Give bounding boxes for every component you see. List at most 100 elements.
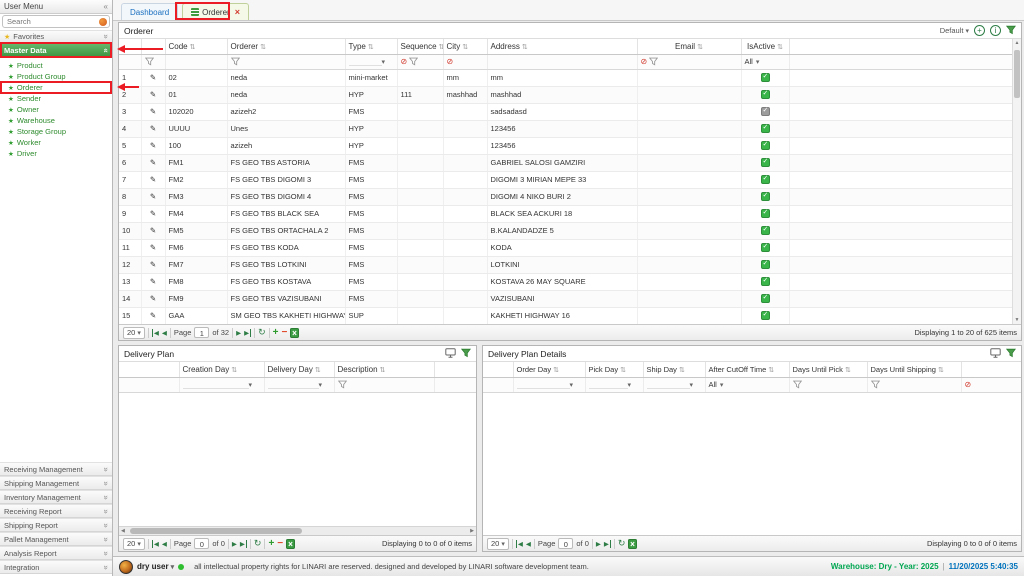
filter-dropdown-icon[interactable]: ▾ <box>570 382 574 389</box>
filter-dropdown-icon[interactable]: ▾ <box>690 382 694 389</box>
first-page-button[interactable]: ◀ <box>152 540 159 548</box>
isactive-checkbox[interactable] <box>761 243 770 252</box>
refresh-button[interactable]: ↻ <box>254 538 262 549</box>
orderer-table-row[interactable]: 10✎FM5FS GEO TBS ORTACHALA 2FMSB.KALANDA… <box>119 222 1013 239</box>
column-header-city[interactable]: City⇅ <box>443 39 487 54</box>
layout-monitor-icon[interactable] <box>990 348 1001 360</box>
add-row-button[interactable]: + <box>273 327 279 338</box>
scroll-right-icon[interactable]: ▶ <box>470 528 474 535</box>
scroll-down-icon[interactable]: ▼ <box>1013 316 1021 324</box>
search-input[interactable] <box>2 15 110 28</box>
sidebar-section-inventory-management[interactable]: Inventory Management» <box>0 490 112 504</box>
orderer-table-row[interactable]: 15✎GAASM GEO TBS KAKHETI HIGHWAYSUPKAKHE… <box>119 307 1013 324</box>
sidebar-item-product[interactable]: ★Product <box>0 60 112 71</box>
vertical-scrollbar[interactable]: ▲ ▼ <box>1012 39 1021 324</box>
isactive-checkbox[interactable] <box>761 260 770 269</box>
isactive-checkbox[interactable] <box>761 73 770 82</box>
edit-row-icon[interactable]: ✎ <box>141 171 165 188</box>
isactive-checkbox[interactable] <box>761 209 770 218</box>
filter-input[interactable] <box>647 381 690 389</box>
remove-row-button[interactable]: − <box>277 538 283 549</box>
refresh-button[interactable]: ↻ <box>618 538 626 549</box>
sidebar-section-shipping-management[interactable]: Shipping Management» <box>0 476 112 490</box>
sidebar-item-warehouse[interactable]: ★Warehouse <box>0 115 112 126</box>
orderer-table-row[interactable]: 5✎100azizehHYP123456 <box>119 137 1013 154</box>
column-header-type[interactable]: Type⇅ <box>345 39 397 54</box>
orderer-table-row[interactable]: 13✎FM8FS GEO TBS KOSTAVAFMSKOSTAVA 26 MA… <box>119 273 1013 290</box>
page-number-input[interactable]: 0 <box>194 538 209 549</box>
isactive-checkbox[interactable] <box>761 158 770 167</box>
edit-row-icon[interactable]: ✎ <box>141 205 165 222</box>
scrollbar-thumb[interactable] <box>130 528 302 534</box>
sidebar-item-owner[interactable]: ★Owner <box>0 104 112 115</box>
filter-all-dropdown[interactable]: All▾ <box>709 380 724 389</box>
page-number-input[interactable]: 1 <box>194 327 209 338</box>
last-page-button[interactable]: ▶ <box>604 540 611 548</box>
page-size-select[interactable]: 20▾ <box>123 538 145 550</box>
orderer-table-row[interactable]: 4✎UUUUUnesHYP123456 <box>119 120 1013 137</box>
grid-filter-button[interactable] <box>461 348 471 360</box>
edit-row-icon[interactable]: ✎ <box>141 273 165 290</box>
filter-all-dropdown[interactable]: All▾ <box>745 57 760 66</box>
page-size-select[interactable]: 20▾ <box>487 538 509 550</box>
sidebar-section-analysis-report[interactable]: Analysis Report» <box>0 546 112 560</box>
isactive-checkbox[interactable] <box>761 311 770 320</box>
info-circle-button[interactable]: i <box>990 25 1001 36</box>
filter-dropdown-icon[interactable]: ▾ <box>382 59 386 66</box>
orderer-table-row[interactable]: 11✎FM6FS GEO TBS KODAFMSKODA <box>119 239 1013 256</box>
filter-dropdown-icon[interactable]: ▾ <box>249 382 253 389</box>
grid-filter-button[interactable] <box>1006 348 1016 360</box>
orderer-table-row[interactable]: 2✎01nedaHYP111mashhadmashhad <box>119 86 1013 103</box>
sidebar-item-driver[interactable]: ★Driver <box>0 148 112 159</box>
sidebar-section-shipping-report[interactable]: Shipping Report» <box>0 518 112 532</box>
orderer-table-row[interactable]: 6✎FM1FS GEO TBS ASTORIAFMSGABRIEL SALOSI… <box>119 154 1013 171</box>
orderer-table-row[interactable]: 14✎FM9FS GEO TBS VAZISUBANIFMSVAZISUBANI <box>119 290 1013 307</box>
filter-funnel-icon[interactable] <box>871 380 880 389</box>
prev-page-button[interactable]: ◀ <box>526 540 531 548</box>
filter-input[interactable] <box>268 381 319 389</box>
isactive-checkbox[interactable] <box>761 294 770 303</box>
isactive-checkbox[interactable] <box>761 141 770 150</box>
column-header-orderer[interactable]: Orderer⇅ <box>227 39 345 54</box>
edit-row-icon[interactable]: ✎ <box>141 120 165 137</box>
sidebar-item-orderer[interactable]: ★Orderer <box>0 82 112 93</box>
edit-row-icon[interactable]: ✎ <box>141 290 165 307</box>
export-excel-button[interactable] <box>286 538 295 548</box>
sidebar-item-product-group[interactable]: ★Product Group <box>0 71 112 82</box>
orderer-table-row[interactable]: 1✎02nedamini-marketmmmm <box>119 69 1013 86</box>
isactive-checkbox[interactable] <box>761 226 770 235</box>
orderer-table-row[interactable]: 12✎FM7FS GEO TBS LOTKINIFMSLOTKINI <box>119 256 1013 273</box>
isactive-checkbox[interactable] <box>761 124 770 133</box>
filter-dropdown-icon[interactable]: ▾ <box>319 382 323 389</box>
master-data-header[interactable]: Master Data « <box>0 43 112 57</box>
prev-page-button[interactable]: ◀ <box>162 329 167 337</box>
filter-input[interactable] <box>517 381 570 389</box>
edit-row-icon[interactable]: ✎ <box>141 188 165 205</box>
add-circle-button[interactable]: + <box>974 25 985 36</box>
orderer-table-row[interactable]: 7✎FM2FS GEO TBS DIGOMI 3FMSDIGOMI 3 MIRI… <box>119 171 1013 188</box>
filter-funnel-icon[interactable] <box>649 57 658 66</box>
clear-filter-icon[interactable]: ⊘ <box>965 380 972 389</box>
favorites-header[interactable]: ★ Favorites » <box>0 30 112 43</box>
isactive-checkbox[interactable] <box>761 107 770 116</box>
user-menu-button[interactable]: dry user ▾ <box>137 562 174 571</box>
column-header-code[interactable]: Code⇅ <box>165 39 227 54</box>
column-header-after-cutoff-time[interactable]: After CutOff Time⇅ <box>705 362 789 377</box>
filter-funnel-icon[interactable] <box>409 57 418 66</box>
column-header-sequence[interactable]: Sequence⇅ <box>397 39 443 54</box>
refresh-button[interactable]: ↻ <box>258 327 266 338</box>
filter-input[interactable] <box>183 381 249 389</box>
orderer-table-row[interactable]: 3✎102020azizeh2FMSsadsadasd <box>119 103 1013 120</box>
scroll-up-icon[interactable]: ▲ <box>1013 39 1021 47</box>
orderer-table-row[interactable]: 8✎FM3FS GEO TBS DIGOMI 4FMSDIGOMI 4 NIKO… <box>119 188 1013 205</box>
orderer-table-row[interactable]: 9✎FM4FS GEO TBS BLACK SEAFMSBLACK SEA AC… <box>119 205 1013 222</box>
sidebar-section-receiving-management[interactable]: Receiving Management» <box>0 462 112 476</box>
clear-filter-icon[interactable]: ⊘ <box>641 57 648 66</box>
isactive-checkbox[interactable] <box>761 192 770 201</box>
last-page-button[interactable]: ▶ <box>240 540 247 548</box>
filter-funnel-icon[interactable] <box>338 380 347 389</box>
column-header-address[interactable]: Address⇅ <box>487 39 637 54</box>
column-header-creation-day[interactable]: Creation Day⇅ <box>179 362 264 377</box>
sidebar-item-sender[interactable]: ★Sender <box>0 93 112 104</box>
last-page-button[interactable]: ▶ <box>244 329 251 337</box>
